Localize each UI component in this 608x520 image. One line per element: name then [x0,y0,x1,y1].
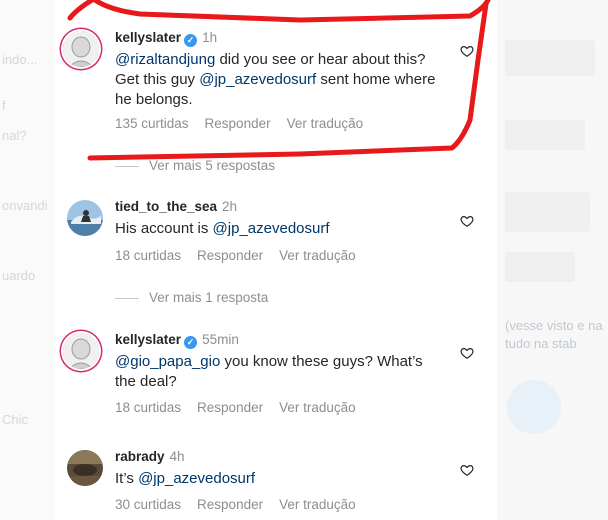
likes-count[interactable]: 135 curtidas [115,116,189,131]
bg-fragment: Chic [2,412,29,427]
bg-fragment: tudo na stab [505,336,577,351]
bg-fragment: uardo [2,268,36,283]
bg-fragment: (vesse visto e na [505,318,603,333]
mention-link[interactable]: @jp_azevedosurf [199,71,316,88]
timestamp[interactable]: 2h [222,199,237,214]
mention-link[interactable]: @jp_azevedosurf [138,470,255,487]
likes-count[interactable]: 18 curtidas [115,400,181,415]
reply-button[interactable]: Responder [205,116,271,131]
username[interactable]: kellyslater [115,332,181,347]
view-more-replies-label: Ver mais 5 respostas [149,158,276,173]
comment-text: It’s @jp_azevedosurf [115,469,445,489]
timestamp[interactable]: 4h [170,449,185,464]
comment-text: @gio_papa_gio you know these guys? What’… [115,352,425,392]
bg-fragment: f [2,98,6,113]
view-more-replies[interactable]: Ver mais 5 respostas [115,158,275,173]
mention-link[interactable]: @rizaltandjung [115,51,215,68]
heart-icon[interactable] [460,214,474,228]
reply-button[interactable]: Responder [197,497,263,512]
background-right-panel: (vesse visto e na tudo na stab [497,0,608,520]
heart-icon[interactable] [460,463,474,477]
avatar[interactable] [67,200,103,236]
likes-count[interactable]: 18 curtidas [115,248,181,263]
translate-button[interactable]: Ver tradução [279,497,356,512]
comment-text: @rizaltandjung did you see or hear about… [115,50,445,110]
verified-badge-icon: ✓ [184,336,198,349]
translate-button[interactable]: Ver tradução [287,116,364,131]
comment-text-part: It’s [115,470,139,487]
heart-icon[interactable] [460,346,474,360]
bg-fragment: onvandi [2,198,48,213]
avatar[interactable] [63,333,99,369]
username[interactable]: rabrady [115,449,165,464]
avatar[interactable] [63,31,99,67]
translate-button[interactable]: Ver tradução [279,400,356,415]
verified-badge-icon: ✓ [184,34,198,47]
bg-fragment: indo... [2,52,38,67]
reply-button[interactable]: Responder [197,248,263,263]
mention-link[interactable]: @gio_papa_gio [115,353,220,370]
comment-text: His account is @jp_azevedosurf [115,219,445,239]
bg-fragment: nal? [2,128,27,143]
view-more-replies[interactable]: Ver mais 1 resposta [115,290,268,305]
heart-icon[interactable] [460,44,474,58]
reply-button[interactable]: Responder [197,400,263,415]
likes-count[interactable]: 30 curtidas [115,497,181,512]
avatar[interactable] [67,450,103,486]
timestamp[interactable]: 1h [202,30,217,45]
comment-text-part: His account is [115,220,213,237]
mention-link[interactable]: @jp_azevedosurf [213,220,330,237]
background-left-panel: indo... f nal? onvandi uardo Chic [0,0,55,520]
view-more-replies-label: Ver mais 1 resposta [149,290,269,305]
username[interactable]: kellyslater [115,30,181,45]
translate-button[interactable]: Ver tradução [279,248,356,263]
timestamp[interactable]: 55min [202,332,239,347]
username[interactable]: tied_to_the_sea [115,199,217,214]
